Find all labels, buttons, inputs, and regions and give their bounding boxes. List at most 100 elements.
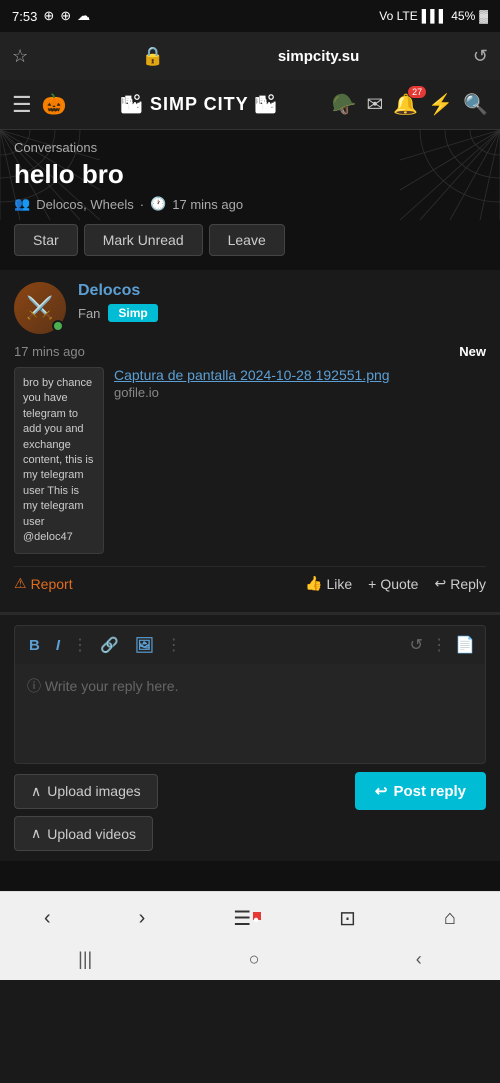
mark-unread-button[interactable]: Mark Unread — [84, 224, 203, 256]
nav-logo: 🏙 SIMP CITY 🏙 — [77, 94, 322, 115]
logo-text: 🏙 SIMP CITY 🏙 — [120, 94, 278, 115]
image-button[interactable]: 🖼 — [131, 634, 158, 656]
forward-button[interactable]: › — [127, 903, 158, 934]
username[interactable]: Delocos — [78, 282, 158, 300]
post-reply-button[interactable]: ↩ Post reply — [355, 772, 486, 810]
message-attachment: Captura de pantalla 2024-10-28 192551.pn… — [114, 367, 486, 554]
menu-button-wrap: ☰ • — [221, 906, 263, 931]
upload-row: ∧ Upload images ↩ Post reply — [14, 772, 486, 810]
action-right: 👍 Like + Quote ↩ Reply — [305, 575, 486, 592]
toolbar-right: ↺ ⋮ 📄 — [410, 635, 475, 655]
attachment-host: gofile.io — [114, 385, 486, 400]
editor-area[interactable]: ⓘ Write your reply here. — [14, 664, 486, 764]
toolbar-sep-1: ⋮ — [72, 635, 88, 655]
report-button[interactable]: ⚠ Report — [14, 575, 73, 592]
android-nav: ||| ○ ‹ — [0, 941, 500, 980]
android-home-button[interactable]: ○ — [249, 949, 260, 970]
new-badge: New — [459, 344, 486, 359]
upload-videos-label: Upload videos — [47, 826, 136, 842]
editor-toolbar: B I ⋮ 🔗 🖼 ⋮ ↺ ⋮ 📄 — [14, 625, 486, 664]
reply-label: Reply — [450, 576, 486, 592]
search-icon[interactable]: 🔍 — [463, 92, 488, 117]
post-reply-label: Post reply — [393, 783, 466, 800]
message-time-row: 17 mins ago New — [14, 344, 486, 359]
report-icon: ⚠ — [14, 575, 27, 592]
browser-bar: ☆ 🔒 simpcity.su ↺ — [0, 32, 500, 80]
battery-text: 45% — [451, 9, 475, 23]
star-button[interactable]: Star — [14, 224, 78, 256]
upload-videos-button[interactable]: ∧ Upload videos — [14, 816, 153, 851]
user-info: Delocos Fan Simp — [78, 282, 158, 322]
action-buttons: Star Mark Unread Leave — [14, 224, 486, 256]
toolbar-sep-3: ⋮ — [431, 635, 447, 655]
status-left: 7:53 ⊕ ⊕ ☁ — [12, 8, 90, 24]
fan-badge: Fan — [78, 306, 100, 321]
notif-icon[interactable]: 🔔 27 — [393, 92, 418, 117]
avatar-wrap: ⚔️ — [14, 282, 66, 334]
upload-images-label: Upload images — [47, 783, 140, 799]
star-icon[interactable]: ☆ — [12, 46, 28, 67]
menu-dot: • — [253, 912, 261, 920]
upload-videos-row: ∧ Upload videos — [14, 816, 486, 851]
android-recent-button[interactable]: ‹ — [416, 949, 422, 970]
reply-button[interactable]: ↩ Reply — [434, 575, 486, 592]
spacer — [0, 861, 500, 891]
undo-button[interactable]: ↺ — [410, 635, 423, 655]
italic-button[interactable]: I — [52, 635, 64, 656]
online-indicator — [52, 320, 64, 332]
quote-icon: + — [368, 576, 376, 592]
simp-badge: Simp — [108, 304, 157, 322]
like-label: Like — [326, 576, 352, 592]
pumpkin-icon[interactable]: 🎃 — [42, 92, 67, 117]
message-actions: ⚠ Report 👍 Like + Quote ↩ Reply — [14, 566, 486, 600]
status-time: 7:53 — [12, 9, 37, 24]
back-button[interactable]: ‹ — [32, 903, 63, 934]
user-badges: Fan Simp — [78, 304, 158, 322]
signal-bars: ▌▌▌ — [422, 9, 448, 23]
page-header: Conversations hello bro 👥 Delocos, Wheel… — [0, 130, 500, 270]
gps-icon: ⊕ — [43, 8, 54, 24]
notif-badge: 27 — [408, 86, 426, 98]
home-button[interactable]: ⌂ — [432, 903, 468, 934]
file-button[interactable]: 📄 — [455, 635, 475, 655]
spiderweb-left — [0, 130, 100, 220]
like-icon: 👍 — [305, 575, 322, 592]
android-back-button[interactable]: ||| — [78, 949, 92, 970]
mail-icon[interactable]: ✉ — [367, 92, 384, 117]
leave-button[interactable]: Leave — [209, 224, 285, 256]
weather-icon: ☁ — [77, 8, 90, 24]
link-button[interactable]: 🔗 — [96, 634, 123, 656]
spiderweb-right — [400, 130, 500, 220]
user-card: ⚔️ Delocos Fan Simp — [14, 282, 486, 334]
lock-icon[interactable]: 🔒 — [142, 46, 164, 67]
bottom-nav: ‹ › ☰ • ⊡ ⌂ — [0, 891, 500, 941]
quote-button[interactable]: + Quote — [368, 576, 418, 592]
toolbar-sep-2: ⋮ — [166, 635, 182, 655]
avatar-icon[interactable]: 🪖 — [332, 92, 357, 117]
reload-icon[interactable]: ↺ — [473, 46, 488, 67]
reply-editor: B I ⋮ 🔗 🖼 ⋮ ↺ ⋮ 📄 ⓘ Write your reply her… — [0, 612, 500, 861]
reply-icon: ↩ — [434, 575, 446, 592]
battery-icon: ▓ — [479, 9, 488, 23]
sync-icon: ⊕ — [60, 8, 71, 24]
tabs-button[interactable]: ⊡ — [327, 902, 368, 935]
editor-placeholder: ⓘ Write your reply here. — [27, 678, 178, 694]
attachment-link[interactable]: Captura de pantalla 2024-10-28 192551.pn… — [114, 367, 486, 383]
status-right: Vo LTE ▌▌▌ 45% ▓ — [379, 9, 488, 23]
placeholder-icon: ⓘ — [27, 678, 41, 694]
hamburger-icon[interactable]: ☰ — [12, 92, 32, 118]
signal-text: Vo LTE — [379, 9, 417, 23]
bolt-icon[interactable]: ⚡ — [428, 92, 453, 117]
upload-images-button[interactable]: ∧ Upload images — [14, 774, 158, 809]
bold-button[interactable]: B — [25, 635, 44, 656]
browser-url[interactable]: simpcity.su — [278, 48, 359, 65]
message-text: bro by chance you have telegram to add y… — [14, 367, 104, 554]
time-ago: 17 mins ago — [172, 197, 243, 212]
nav-bar: ☰ 🎃 🏙 SIMP CITY 🏙 🪖 ✉ 🔔 27 ⚡ 🔍 — [0, 80, 500, 130]
like-button[interactable]: 👍 Like — [305, 575, 352, 592]
status-bar: 7:53 ⊕ ⊕ ☁ Vo LTE ▌▌▌ 45% ▓ — [0, 0, 500, 32]
meta-dot: · — [140, 197, 144, 212]
message-time: 17 mins ago — [14, 344, 85, 359]
message-area: ⚔️ Delocos Fan Simp 17 mins ago New bro … — [0, 270, 500, 612]
quote-label: Quote — [380, 576, 418, 592]
